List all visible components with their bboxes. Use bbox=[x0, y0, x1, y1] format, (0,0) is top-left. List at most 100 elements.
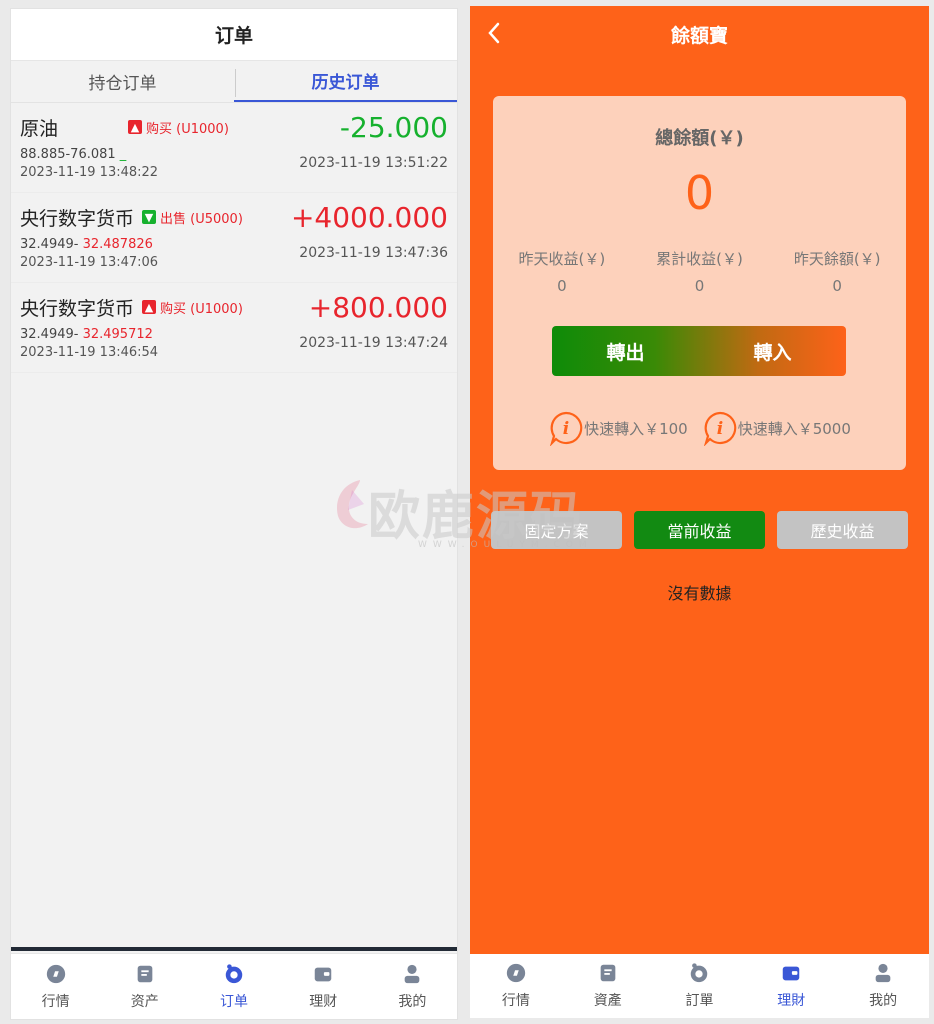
stat-label: 累計收益(￥) bbox=[656, 250, 743, 268]
order-close-time: 2023-11-19 13:51:22 bbox=[299, 155, 448, 171]
purse-icon bbox=[314, 967, 332, 981]
balance-card: 總餘額(￥) 0 昨天收益(￥) 0 累計收益(￥) 0 昨天餘額(￥) 0 轉… bbox=[493, 96, 906, 470]
close-price: 32.487826 bbox=[78, 237, 153, 252]
tabbar-label: 行情 bbox=[501, 993, 530, 1009]
stat-yesterday-balance: 昨天餘額(￥) 0 bbox=[768, 248, 906, 295]
order-close-time: 2023-11-19 13:47:24 bbox=[299, 335, 448, 351]
purse-icon bbox=[783, 966, 800, 981]
segment-history-income[interactable]: 歷史收益 bbox=[777, 511, 908, 549]
order-close-time: 2023-11-19 13:47:36 bbox=[299, 245, 448, 261]
screen: 订单 持仓订单 历史订单 原油 ▲ 购买 (U1000) -25.000 88.… bbox=[0, 0, 934, 1024]
stat-yesterday-income: 昨天收益(￥) 0 bbox=[493, 248, 631, 295]
user-icon bbox=[405, 964, 420, 983]
order-tabs: 持仓订单 历史订单 bbox=[11, 61, 457, 103]
info-icon: i bbox=[703, 411, 736, 446]
tabbar-item-orders[interactable]: 訂單 bbox=[654, 954, 746, 1018]
arrow-up-icon: ▲ bbox=[128, 120, 143, 134]
tabbar-item-finance[interactable]: 理财 bbox=[279, 954, 368, 1019]
quick-transfer-5000[interactable]: i 快速轉入￥5000 bbox=[702, 410, 851, 446]
tabbar-label: 資產 bbox=[593, 993, 622, 1009]
tabbar-label: 我的 bbox=[398, 993, 427, 1010]
open-price: 88.885-76.081 bbox=[20, 147, 116, 162]
close-price: _ bbox=[115, 147, 127, 162]
tabbar-label: 理财 bbox=[309, 993, 338, 1010]
tab-open-orders[interactable]: 持仓订单 bbox=[11, 61, 234, 102]
svg-text:i: i bbox=[716, 419, 722, 439]
user-icon bbox=[875, 963, 891, 983]
tabbar-label: 理財 bbox=[777, 993, 806, 1009]
tabbar-label: 资产 bbox=[130, 993, 159, 1010]
segment-current-income[interactable]: 當前收益 bbox=[634, 511, 765, 549]
segment-fixed-plan[interactable]: 固定方案 bbox=[491, 511, 622, 549]
order-name: 央行数字货币 bbox=[20, 207, 135, 230]
tab-divider bbox=[235, 69, 236, 97]
open-price: 32.4949- bbox=[20, 327, 79, 342]
svg-text:i: i bbox=[563, 419, 569, 439]
info-icon: i bbox=[550, 411, 583, 446]
stat-value: 0 bbox=[557, 277, 567, 295]
divider-bar bbox=[11, 947, 457, 951]
order-row[interactable]: 央行数字货币 ▼ 出售 (U5000) +4000.000 32.4949- 3… bbox=[11, 193, 457, 283]
stat-label: 昨天餘額(￥) bbox=[793, 250, 881, 268]
quick-transfer-row: i 快速轉入￥100 i 快速轉入￥5000 bbox=[493, 410, 906, 446]
quick-transfer-label: 快速轉入￥100 bbox=[584, 419, 688, 438]
bottom-tabbar: 行情 資產 訂單 理財 我的 bbox=[470, 954, 929, 1018]
transfer-in-button[interactable]: 轉入 bbox=[699, 326, 846, 376]
tabbar-label: 订单 bbox=[220, 993, 248, 1010]
quick-transfer-label: 快速轉入￥5000 bbox=[737, 419, 851, 438]
wallet-icon bbox=[600, 964, 616, 982]
page-title: 订单 bbox=[11, 9, 457, 61]
page-title: 餘額寶 bbox=[670, 24, 728, 47]
order-side-badge: ▲ 购买 (U1000) bbox=[142, 298, 243, 317]
tabbar-label: 行情 bbox=[41, 993, 70, 1010]
compass-icon bbox=[46, 964, 65, 983]
orders-icon bbox=[225, 963, 243, 983]
balance-stats: 昨天收益(￥) 0 累計收益(￥) 0 昨天餘額(￥) 0 bbox=[493, 248, 906, 295]
compass-icon bbox=[506, 963, 526, 983]
tabbar-item-orders[interactable]: 订单 bbox=[189, 954, 278, 1019]
income-segments: 固定方案 當前收益 歷史收益 bbox=[491, 511, 908, 549]
tabbar-label: 訂單 bbox=[685, 993, 714, 1009]
transfer-out-button[interactable]: 轉出 bbox=[552, 326, 699, 376]
order-row[interactable]: 原油 ▲ 购买 (U1000) -25.000 88.885-76.081 _ … bbox=[11, 103, 457, 193]
stat-value: 0 bbox=[832, 277, 842, 295]
tabbar-item-market[interactable]: 行情 bbox=[470, 954, 562, 1018]
stat-label: 昨天收益(￥) bbox=[518, 250, 606, 268]
open-price: 32.4949- bbox=[20, 237, 79, 252]
order-name: 原油 bbox=[20, 117, 59, 140]
back-arrow-icon[interactable] bbox=[482, 18, 508, 48]
empty-state: 沒有數據 bbox=[667, 584, 732, 603]
stat-total-income: 累計收益(￥) 0 bbox=[631, 248, 769, 295]
order-profit: +800.000 bbox=[308, 291, 448, 324]
tab-history-orders[interactable]: 历史订单 bbox=[234, 61, 457, 102]
order-side-label: 出售 (U5000) bbox=[160, 211, 243, 227]
transfer-buttons: 轉出 轉入 bbox=[552, 326, 846, 376]
order-side-label: 购买 (U1000) bbox=[146, 121, 229, 137]
total-balance-value: 0 bbox=[684, 166, 715, 220]
order-name: 央行数字货币 bbox=[20, 297, 135, 320]
balance-screen: 餘額寶 總餘額(￥) 0 昨天收益(￥) 0 累計收益(￥) 0 昨天餘額(￥)… bbox=[470, 6, 929, 1018]
tabbar-label: 我的 bbox=[869, 993, 898, 1009]
tabbar-item-me[interactable]: 我的 bbox=[368, 954, 457, 1019]
stat-value: 0 bbox=[694, 277, 705, 295]
order-side-badge: ▲ 购买 (U1000) bbox=[128, 118, 229, 137]
wallet-icon bbox=[137, 965, 153, 982]
order-row[interactable]: 央行数字货币 ▲ 购买 (U1000) +800.000 32.4949- 32… bbox=[11, 283, 457, 373]
tabbar-item-me[interactable]: 我的 bbox=[837, 954, 929, 1018]
tabbar-item-finance[interactable]: 理財 bbox=[745, 954, 837, 1018]
order-profit: +4000.000 bbox=[290, 201, 448, 234]
orders-screen: 订单 持仓订单 历史订单 原油 ▲ 购买 (U1000) -25.000 88.… bbox=[10, 8, 458, 1020]
order-side-badge: ▼ 出售 (U5000) bbox=[142, 208, 243, 227]
quick-transfer-100[interactable]: i 快速轉入￥100 bbox=[548, 410, 688, 446]
order-profit: -25.000 bbox=[339, 111, 448, 144]
tabbar-item-assets[interactable]: 資產 bbox=[562, 954, 654, 1018]
total-balance-label: 總餘額(￥) bbox=[655, 128, 744, 149]
close-price: 32.495712 bbox=[78, 327, 153, 342]
tabbar-item-assets[interactable]: 资产 bbox=[100, 954, 189, 1019]
orders-icon bbox=[691, 963, 708, 983]
order-side-label: 购买 (U1000) bbox=[160, 301, 243, 317]
tabbar-item-market[interactable]: 行情 bbox=[11, 954, 100, 1019]
arrow-up-icon: ▲ bbox=[142, 300, 157, 314]
bottom-tabbar: 行情 资产 订单 理财 我的 bbox=[11, 953, 457, 1019]
header: 餘額寶 bbox=[470, 6, 929, 62]
